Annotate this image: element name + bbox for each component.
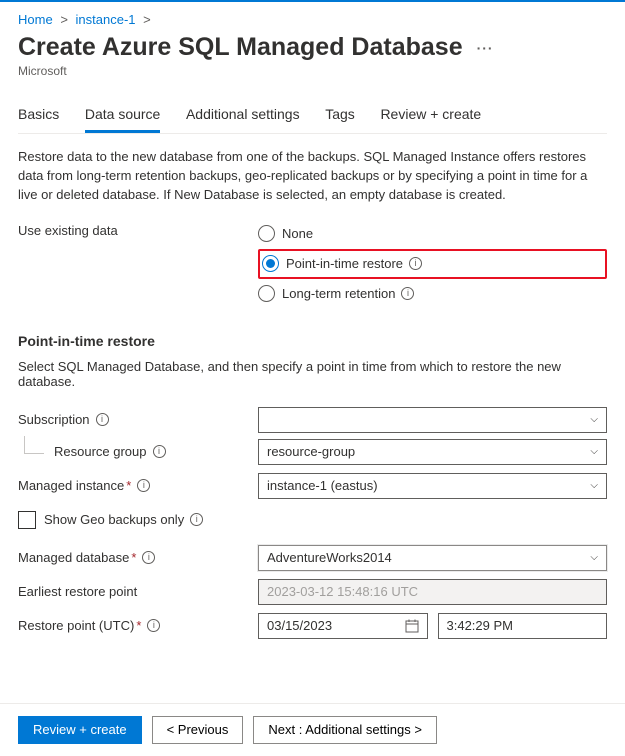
tab-review-create[interactable]: Review + create [380,100,481,130]
review-create-button[interactable]: Review + create [18,716,142,744]
chevron-down-icon: ⌵ [590,480,598,491]
info-icon[interactable]: i [96,413,109,426]
radio-ltr-label: Long-term retention [282,286,395,301]
subscription-label: Subscription [18,412,90,427]
use-existing-data-radio-group: None Point-in-time restore i Long-term r… [258,223,607,305]
radio-point-in-time-restore[interactable]: Point-in-time restore i [262,253,422,275]
radio-long-term-retention[interactable]: Long-term retention i [258,283,607,305]
earliest-restore-field: 2023-03-12 15:48:16 UTC [258,579,607,605]
info-icon[interactable]: i [137,479,150,492]
geo-backups-label: Show Geo backups only [44,512,184,527]
tab-additional-settings[interactable]: Additional settings [186,100,300,130]
use-existing-data-label: Use existing data [18,223,258,238]
info-icon[interactable]: i [409,257,422,270]
restore-time-input[interactable]: 3:42:29 PM [438,613,608,639]
next-button[interactable]: Next : Additional settings > [253,716,437,744]
managed-database-label: Managed database [18,550,129,565]
resource-group-select[interactable]: resource-group ⌵ [258,439,607,465]
info-icon[interactable]: i [190,513,203,526]
tab-tags[interactable]: Tags [325,100,355,130]
page-subtitle: Microsoft [18,64,607,78]
radio-none-label: None [282,226,313,241]
restore-date-value: 03/15/2023 [267,618,332,633]
previous-button[interactable]: < Previous [152,716,244,744]
tab-data-source[interactable]: Data source [85,100,160,133]
radio-icon [258,225,275,242]
more-icon[interactable]: ··· [477,40,494,56]
description-text: Restore data to the new database from on… [18,148,607,205]
page-title: Create Azure SQL Managed Database ··· [18,33,607,62]
restore-point-label: Restore point (UTC) [18,618,134,633]
resource-group-value: resource-group [267,444,355,459]
info-icon[interactable]: i [142,551,155,564]
tabs: Basics Data source Additional settings T… [18,100,607,134]
radio-pitr-label: Point-in-time restore [286,256,403,271]
managed-instance-value: instance-1 (eastus) [267,478,378,493]
tab-basics[interactable]: Basics [18,100,59,130]
breadcrumb-instance[interactable]: instance-1 [76,12,136,27]
earliest-restore-value: 2023-03-12 15:48:16 UTC [267,584,418,599]
indent-line [24,436,44,454]
calendar-icon [405,619,419,633]
chevron-down-icon: ⌵ [590,446,598,457]
managed-database-value: AdventureWorks2014 [267,550,392,565]
earliest-restore-label: Earliest restore point [18,584,137,599]
required-indicator: * [131,550,136,565]
radio-icon [262,255,279,272]
managed-database-select[interactable]: AdventureWorks2014 ⌵ [258,545,607,571]
breadcrumb: Home > instance-1 > [18,12,607,27]
required-indicator: * [136,618,141,633]
managed-instance-label: Managed instance [18,478,124,493]
breadcrumb-home[interactable]: Home [18,12,53,27]
geo-backups-checkbox[interactable] [18,511,36,529]
chevron-right-icon: > [60,12,68,27]
info-icon[interactable]: i [153,445,166,458]
managed-instance-select[interactable]: instance-1 (eastus) ⌵ [258,473,607,499]
restore-time-value: 3:42:29 PM [447,618,514,633]
required-indicator: * [126,478,131,493]
resource-group-label: Resource group [54,444,147,459]
radio-none[interactable]: None [258,223,607,245]
subscription-select[interactable]: ⌵ [258,407,607,433]
info-icon[interactable]: i [401,287,414,300]
chevron-down-icon: ⌵ [590,552,598,563]
chevron-down-icon: ⌵ [590,414,598,425]
restore-date-input[interactable]: 03/15/2023 [258,613,428,639]
chevron-right-icon: > [143,12,151,27]
info-icon[interactable]: i [147,619,160,632]
footer-buttons: Review + create < Previous Next : Additi… [0,703,625,756]
pitr-description: Select SQL Managed Database, and then sp… [18,359,607,389]
pitr-heading: Point-in-time restore [18,333,607,349]
radio-icon [258,285,275,302]
